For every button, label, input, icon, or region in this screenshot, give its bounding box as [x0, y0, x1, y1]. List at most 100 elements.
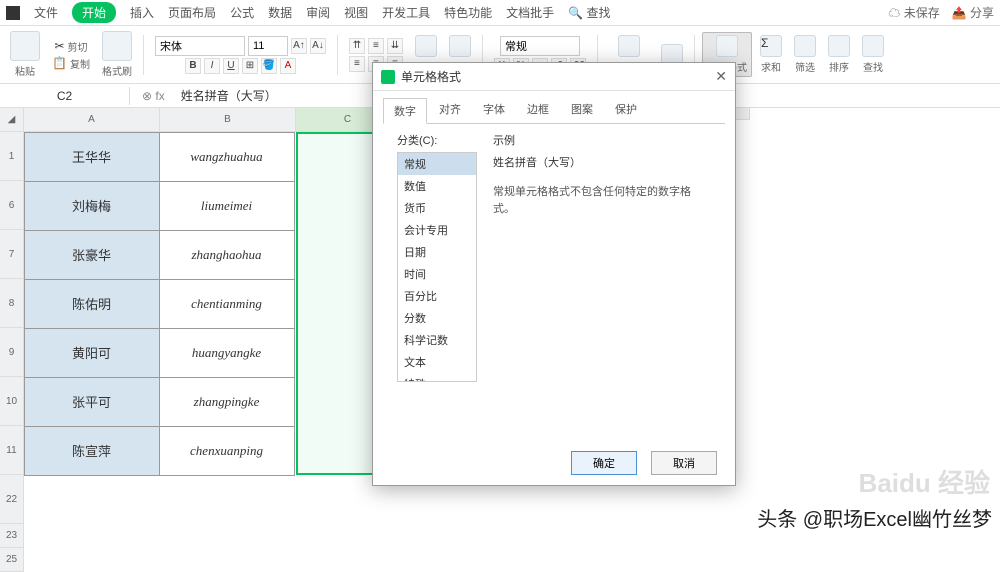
cell[interactable]: zhanghaohua [159, 230, 295, 280]
row-header[interactable]: 6 [0, 181, 24, 230]
menu-file[interactable]: 文件 [34, 4, 58, 21]
name-box[interactable]: C2 [0, 87, 130, 105]
row-header[interactable]: 25 [0, 548, 24, 572]
menu-help[interactable]: 文档批手 [506, 4, 554, 21]
cell[interactable]: 王华华 [24, 132, 160, 182]
row-header[interactable]: 7 [0, 230, 24, 279]
menu-dev[interactable]: 开发工具 [382, 4, 430, 21]
cond-format-icon[interactable] [618, 35, 640, 57]
paste-icon[interactable] [10, 31, 40, 61]
row-headers: ◢ 1 6 7 8 9 10 11 22 23 25 [0, 108, 24, 538]
menu-unsaved[interactable]: ☁ 未保存 [888, 4, 939, 21]
dialog-titlebar: 单元格格式 ✕ [373, 63, 735, 91]
merge-icon[interactable] [415, 35, 437, 57]
menu-addin[interactable]: 特色功能 [444, 4, 492, 21]
cell[interactable]: 陈宣萍 [24, 426, 160, 476]
align-left-icon[interactable]: ≡ [349, 56, 365, 72]
col-header[interactable]: A [24, 108, 160, 132]
dialog-tabs: 数字 对齐 字体 边框 图案 保护 [373, 91, 735, 123]
category-item[interactable]: 数值 [398, 175, 476, 197]
align-top-icon[interactable]: ⇈ [349, 38, 365, 54]
category-item[interactable]: 货币 [398, 197, 476, 219]
align-bot-icon[interactable]: ⇊ [387, 38, 403, 54]
menu-start[interactable]: 开始 [72, 2, 116, 23]
format-label: 格式刷 [102, 63, 132, 78]
close-icon[interactable]: ✕ [715, 68, 727, 85]
menu-view[interactable]: 视图 [344, 4, 368, 21]
menu-review[interactable]: 审阅 [306, 4, 330, 21]
menu-insert[interactable]: 插入 [130, 4, 154, 21]
font-name-input[interactable] [155, 36, 245, 56]
format-painter-icon[interactable] [102, 31, 132, 61]
menu-find[interactable]: 🔍 查找 [568, 4, 610, 21]
fx-icon[interactable]: ⊗ fx [130, 89, 177, 103]
menu-data[interactable]: 数据 [268, 4, 292, 21]
cell[interactable]: 刘梅梅 [24, 181, 160, 231]
fill-color-icon[interactable]: 🪣 [261, 58, 277, 74]
row-header[interactable]: 22 [0, 475, 24, 524]
cell[interactable]: 陈佑明 [24, 279, 160, 329]
select-all-corner[interactable]: ◢ [0, 108, 24, 132]
cell[interactable]: 张豪华 [24, 230, 160, 280]
font-size-input[interactable] [248, 36, 288, 56]
category-item[interactable]: 日期 [398, 241, 476, 263]
tab-number[interactable]: 数字 [383, 98, 427, 124]
decrease-font-icon[interactable]: A↓ [310, 38, 326, 54]
preview-label: 示例 [493, 132, 711, 148]
cell[interactable]: chenxuanping [159, 426, 295, 476]
cancel-button[interactable]: 取消 [651, 451, 717, 475]
tab-protect[interactable]: 保护 [605, 97, 647, 123]
bold-icon[interactable]: B [185, 58, 201, 74]
cell[interactable]: zhangpingke [159, 377, 295, 427]
increase-font-icon[interactable]: A↑ [291, 38, 307, 54]
copy-icon[interactable]: 📋 [52, 56, 67, 70]
tab-border[interactable]: 边框 [517, 97, 559, 123]
border-icon[interactable]: ⊞ [242, 58, 258, 74]
tab-fill[interactable]: 图案 [561, 97, 603, 123]
category-item[interactable]: 会计专用 [398, 219, 476, 241]
category-label: 分类(C): [397, 132, 477, 148]
align-mid-icon[interactable]: ≡ [368, 38, 384, 54]
category-item[interactable]: 科学记数 [398, 329, 476, 351]
row-header[interactable]: 10 [0, 377, 24, 426]
cell[interactable]: liumeimei [159, 181, 295, 231]
menu-bar: 文件 开始 插入 页面布局 公式 数据 审阅 视图 开发工具 特色功能 文档批手… [0, 0, 1000, 26]
col-header[interactable]: B [160, 108, 296, 132]
menu-share[interactable]: 📤 分享 [952, 4, 994, 21]
row-header[interactable]: 8 [0, 279, 24, 328]
ok-button[interactable]: 确定 [571, 451, 637, 475]
formula-input[interactable]: 姓名拼音（大写） [177, 87, 281, 104]
cell[interactable]: 黄阳可 [24, 328, 160, 378]
cell[interactable]: chentianming [159, 279, 295, 329]
tab-font[interactable]: 字体 [473, 97, 515, 123]
row-header[interactable]: 11 [0, 426, 24, 475]
wrap-icon[interactable] [449, 35, 471, 57]
find-icon[interactable] [862, 35, 884, 57]
filter-icon[interactable] [794, 35, 816, 57]
cut-icon[interactable]: ✂ [54, 39, 64, 53]
underline-icon[interactable]: U [223, 58, 239, 74]
sort-icon[interactable] [828, 35, 850, 57]
menu-formula[interactable]: 公式 [230, 4, 254, 21]
row-header[interactable]: 1 [0, 132, 24, 181]
category-list[interactable]: 常规 数值 货币 会计专用 日期 时间 百分比 分数 科学记数 文本 特殊 自定… [397, 152, 477, 382]
category-item[interactable]: 时间 [398, 263, 476, 285]
menu-layout[interactable]: 页面布局 [168, 4, 216, 21]
italic-icon[interactable]: I [204, 58, 220, 74]
sum-icon[interactable]: Σ [760, 35, 782, 57]
number-format-select[interactable] [500, 36, 580, 56]
category-item[interactable]: 特殊 [398, 373, 476, 382]
category-item[interactable]: 文本 [398, 351, 476, 373]
cell[interactable]: 张平可 [24, 377, 160, 427]
row-header[interactable]: 9 [0, 328, 24, 377]
font-color-icon[interactable]: A [280, 58, 296, 74]
category-item[interactable]: 百分比 [398, 285, 476, 307]
category-item[interactable]: 分数 [398, 307, 476, 329]
cell[interactable]: huangyangke [159, 328, 295, 378]
tab-align[interactable]: 对齐 [429, 97, 471, 123]
cell[interactable]: wangzhuahua [159, 132, 295, 182]
paste-label: 粘贴 [15, 63, 35, 78]
category-item[interactable]: 常规 [398, 153, 476, 175]
dialog-icon [381, 70, 395, 84]
row-header[interactable]: 23 [0, 524, 24, 548]
